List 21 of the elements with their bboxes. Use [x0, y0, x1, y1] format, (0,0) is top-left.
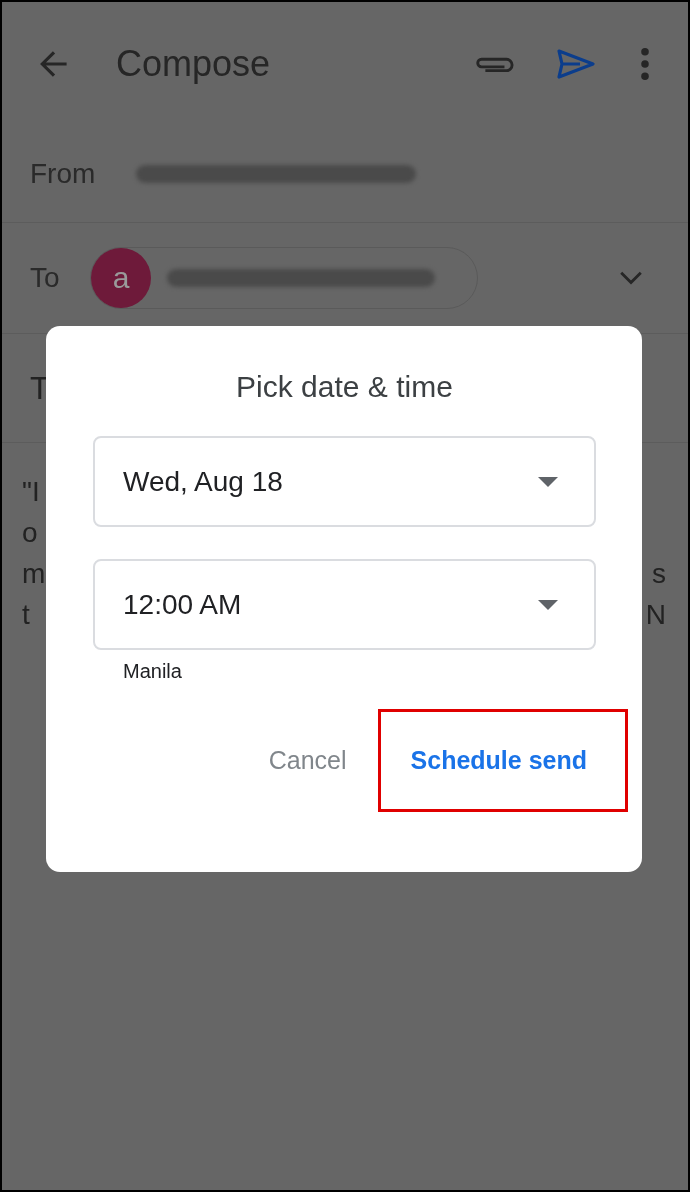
avatar: a [91, 248, 151, 308]
dropdown-icon [538, 599, 558, 610]
body-text: s [652, 557, 666, 591]
body-text: o [22, 516, 38, 550]
body-text: t [22, 598, 30, 632]
to-label: To [30, 262, 61, 294]
body-text: "I [22, 475, 40, 509]
schedule-button[interactable]: Schedule send [406, 740, 591, 781]
body-text: m [22, 557, 46, 591]
from-label: From [30, 158, 97, 190]
screen-title: Compose [116, 43, 271, 85]
body-text: N [645, 598, 666, 632]
expand-icon[interactable] [618, 270, 644, 286]
dropdown-field[interactable]: 12:00 AM [93, 559, 596, 650]
cancel-button[interactable]: Cancel [264, 740, 351, 781]
more-icon[interactable] [640, 47, 650, 81]
dropdown-field[interactable]: Wed, Aug 18 [93, 436, 596, 527]
timezone-label: Manila [123, 660, 183, 683]
send-icon[interactable] [556, 48, 596, 80]
dropdown-icon [538, 476, 558, 487]
dialog-title: Pick date & time [235, 370, 454, 404]
